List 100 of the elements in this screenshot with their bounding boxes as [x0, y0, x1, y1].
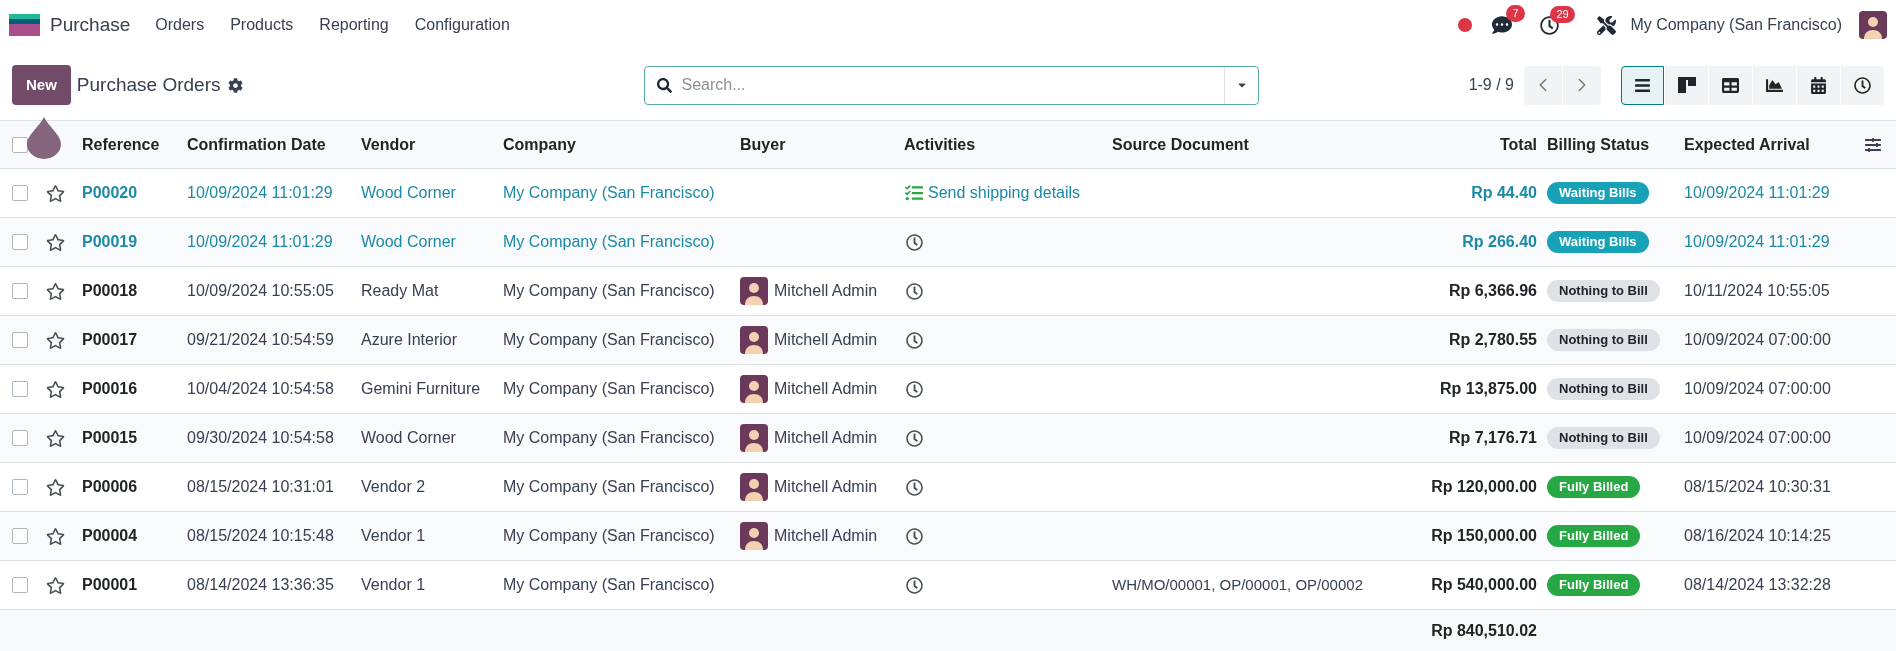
- checkbox[interactable]: [12, 528, 28, 544]
- menu-item[interactable]: Reporting: [319, 13, 389, 37]
- company-cell-text: My Company (San Francisco): [503, 428, 716, 448]
- reference-cell-text: P00017: [82, 330, 139, 350]
- area-chart-icon: [1766, 76, 1783, 94]
- search-bar[interactable]: Search...: [644, 65, 1260, 105]
- settings-icon[interactable]: [228, 77, 244, 93]
- pager-value[interactable]: 1-9 / 9: [1468, 73, 1514, 97]
- view-switch-button[interactable]: [1665, 65, 1708, 105]
- view-switch-button[interactable]: [1621, 65, 1664, 105]
- clock-icon[interactable]: [906, 478, 923, 496]
- view-switch-button[interactable]: [1797, 65, 1840, 105]
- date-cell-text: 08/15/2024 10:31:01: [187, 477, 335, 497]
- billing-status-badge: Waiting Bills: [1547, 182, 1649, 204]
- app-name[interactable]: Purchase: [50, 10, 131, 40]
- expected-arrival-cell-text: 10/09/2024 07:00:00: [1684, 428, 1832, 448]
- star-icon[interactable]: [46, 183, 65, 203]
- clock-icon: [1854, 76, 1871, 94]
- avatar-icon: [740, 473, 768, 501]
- clock-icon[interactable]: [906, 233, 923, 251]
- company-switcher[interactable]: My Company (San Francisco): [1630, 13, 1842, 37]
- company-cell-text: My Company (San Francisco): [503, 330, 716, 350]
- checkbox[interactable]: [12, 136, 28, 153]
- clock-icon[interactable]: [906, 576, 923, 594]
- message-count-badge: 7: [1506, 5, 1525, 22]
- grand-total: Rp 840,510.02: [1430, 620, 1538, 641]
- total-cell-text: Rp 13,875.00: [1439, 379, 1538, 399]
- column-header[interactable]: Company: [503, 132, 740, 157]
- star-icon[interactable]: [46, 330, 65, 350]
- search-input[interactable]: Search...: [681, 73, 1225, 97]
- checkbox[interactable]: [12, 234, 28, 250]
- checkbox[interactable]: [12, 430, 28, 446]
- view-switch-button[interactable]: [1753, 65, 1796, 105]
- column-header[interactable]: Reference: [82, 132, 187, 157]
- star-icon[interactable]: [46, 379, 65, 399]
- menu-item[interactable]: Orders: [155, 13, 205, 37]
- star-icon[interactable]: [46, 232, 65, 252]
- clock-icon[interactable]: [906, 282, 923, 300]
- date-cell-text: 10/09/2024 10:55:05: [187, 281, 335, 301]
- column-header[interactable]: Total: [1400, 132, 1547, 157]
- sliders-icon[interactable]: [1865, 136, 1881, 153]
- star-icon[interactable]: [46, 526, 65, 546]
- billing-status-badge: Nothing to Bill: [1547, 378, 1660, 400]
- star-icon[interactable]: [46, 477, 65, 497]
- billing-status-badge: Nothing to Bill: [1547, 427, 1660, 449]
- star-icon[interactable]: [46, 575, 65, 595]
- expected-arrival-cell-text: 10/09/2024 07:00:00: [1684, 330, 1832, 350]
- menu-item[interactable]: Configuration: [414, 13, 510, 37]
- column-header[interactable]: Activities: [904, 132, 1112, 157]
- total-cell-text: Rp 44.40: [1470, 183, 1538, 203]
- column-header[interactable]: Confirmation Date: [187, 132, 361, 157]
- source-document-cell-text: WH/MO/00001, OP/00001, OP/00002: [1112, 574, 1364, 595]
- column-header[interactable]: Expected Arrival: [1684, 132, 1850, 157]
- avatar-icon: [740, 522, 768, 550]
- new-button[interactable]: New: [12, 65, 71, 105]
- checkbox[interactable]: [12, 479, 28, 495]
- expected-arrival-cell-text: 10/09/2024 11:01:29: [1684, 232, 1831, 252]
- menu-item[interactable]: Products: [230, 13, 294, 37]
- buyer-name: Mitchell Admin: [774, 477, 878, 497]
- avatar-icon: [1859, 11, 1887, 39]
- clock-icon[interactable]: [906, 429, 923, 447]
- column-header[interactable]: Source Document: [1112, 132, 1400, 157]
- vendor-cell-text: Vendor 1: [361, 526, 427, 546]
- total-cell-text: Rp 7,176.71: [1447, 428, 1538, 448]
- clock-icon[interactable]: [906, 380, 923, 398]
- checkbox[interactable]: [12, 577, 28, 593]
- reference-cell-text: P00006: [82, 477, 139, 497]
- company-cell-text: My Company (San Francisco): [503, 575, 716, 595]
- star-icon[interactable]: [46, 428, 65, 448]
- vendor-cell-text: Vendor 2: [361, 477, 427, 497]
- column-header[interactable]: Vendor: [361, 132, 503, 157]
- tools-icon[interactable]: [1597, 15, 1617, 35]
- expected-arrival-cell-text: 10/11/2024 10:55:05: [1684, 281, 1831, 301]
- expected-arrival-cell-text: 08/15/2024 10:30:31: [1684, 477, 1832, 497]
- vendor-cell-text: Vendor 1: [361, 575, 427, 595]
- task-list-icon[interactable]: [904, 184, 924, 202]
- view-switch-button[interactable]: [1709, 65, 1752, 105]
- avatar-icon: [740, 424, 768, 452]
- clock-icon[interactable]: [906, 527, 923, 545]
- clock-icon[interactable]: [906, 331, 923, 349]
- total-cell-text: Rp 2,780.55: [1447, 330, 1538, 350]
- star-icon[interactable]: [46, 281, 65, 301]
- checkbox[interactable]: [12, 332, 28, 348]
- column-header[interactable]: Buyer: [740, 132, 904, 157]
- checkbox[interactable]: [12, 283, 28, 299]
- view-switch-button[interactable]: [1841, 65, 1884, 105]
- buyer-name: Mitchell Admin: [774, 428, 878, 448]
- reference-cell-text: P00019: [82, 232, 139, 252]
- checkbox[interactable]: [12, 381, 28, 397]
- reference-cell-text: P00020: [82, 183, 139, 203]
- activity-link[interactable]: Send shipping details: [928, 181, 1081, 205]
- app-logo-icon: [9, 14, 40, 36]
- company-cell-text: My Company (San Francisco): [503, 183, 716, 203]
- column-header[interactable]: Billing Status: [1547, 132, 1684, 157]
- kanban-view-icon: [1677, 77, 1696, 93]
- drop-marker-icon: [27, 117, 61, 159]
- expected-arrival-cell-text: 08/16/2024 10:14:25: [1684, 526, 1832, 546]
- checkbox[interactable]: [12, 185, 28, 201]
- company-cell-text: My Company (San Francisco): [503, 281, 716, 301]
- chat-icon[interactable]: [1492, 15, 1513, 35]
